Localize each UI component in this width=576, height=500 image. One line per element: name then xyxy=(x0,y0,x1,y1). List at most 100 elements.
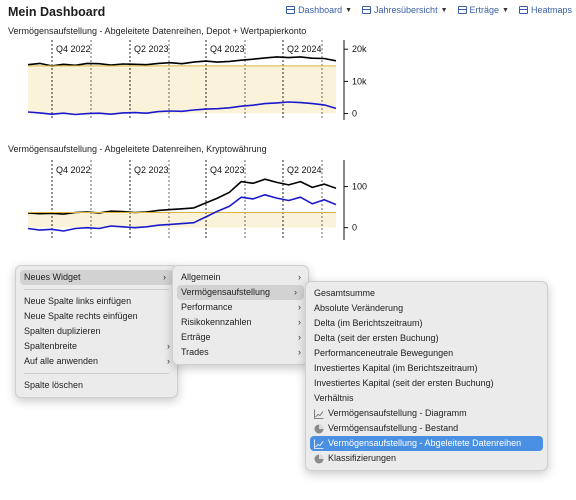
menu-item-label: Vermögensaufstellung - Abgeleitete Daten… xyxy=(328,438,522,448)
chevron-right-icon: › xyxy=(163,272,166,282)
pie-chart-icon xyxy=(314,424,324,433)
chart-crypto: Q4 2022 Q2 2023 Q4 2023 Q2 2024 100 0 xyxy=(27,160,367,240)
nav-ertraege[interactable]: Erträge ▼ xyxy=(457,5,509,15)
menu-item-label: Spalte löschen xyxy=(24,380,84,390)
income-icon xyxy=(457,6,467,14)
menu-item-insert-column-left[interactable]: Neue Spalte links einfügen xyxy=(16,294,177,309)
menu-item-ertraege[interactable]: Erträge › xyxy=(173,330,308,345)
period-label: Q4 2023 xyxy=(210,165,245,175)
calendar-icon xyxy=(362,6,372,14)
y-tick-label: 0 xyxy=(352,223,357,233)
menu-item-label: Vermögensaufstellung - Diagramm xyxy=(328,408,467,418)
menu-item-label: Delta (im Berichtszeitraum) xyxy=(314,318,423,328)
line-chart-icon xyxy=(314,409,324,419)
chevron-right-icon: › xyxy=(298,302,301,312)
area-band xyxy=(28,65,336,114)
menu-item-label: Auf alle anwenden xyxy=(24,356,99,366)
menu-item-label: Vermögensaufstellung xyxy=(181,287,271,297)
nav-dashboard[interactable]: Dashboard ▼ xyxy=(286,5,352,15)
chevron-right-icon: › xyxy=(167,341,170,351)
menu-item-label: Trades xyxy=(181,347,209,357)
y-tick-label: 100 xyxy=(352,182,367,192)
menu-item-delta-erste-buchung[interactable]: Delta (seit der ersten Buchung) xyxy=(306,331,547,346)
chart-crypto-title: Vermögensaufstellung - Abgeleitete Daten… xyxy=(8,144,267,154)
chevron-right-icon: › xyxy=(298,272,301,282)
menu-item-performanceneutrale-bewegungen[interactable]: Performanceneutrale Bewegungen xyxy=(306,346,547,361)
period-label: Q2 2024 xyxy=(287,44,322,54)
menu-item-label: Spaltenbreite xyxy=(24,341,78,351)
menu-item-allgemein[interactable]: Allgemein › xyxy=(173,270,308,285)
menu-item-label: Klassifizierungen xyxy=(328,453,397,463)
menu-item-investiertes-kapital-berichtszeitraum[interactable]: Investiertes Kapital (im Berichtszeitrau… xyxy=(306,361,547,376)
chevron-right-icon: › xyxy=(298,317,301,327)
menu-item-delta-berichtszeitraum[interactable]: Delta (im Berichtszeitraum) xyxy=(306,316,547,331)
menu-item-vermoegensaufstellung[interactable]: Vermögensaufstellung › xyxy=(177,285,304,300)
page-title: Mein Dashboard xyxy=(8,5,106,19)
menu-item-risikokennzahlen[interactable]: Risikokennzahlen › xyxy=(173,315,308,330)
chevron-down-icon: ▼ xyxy=(502,6,509,14)
chevron-down-icon: ▼ xyxy=(345,6,353,14)
pie-chart-icon xyxy=(314,454,324,463)
menu-item-label: Risikokennzahlen xyxy=(181,317,252,327)
menu-item-apply-to-all[interactable]: Auf alle anwenden › xyxy=(16,354,177,369)
menu-separator xyxy=(24,289,169,290)
menu-item-absolute-veraenderung[interactable]: Absolute Veränderung xyxy=(306,301,547,316)
nav-jahresuebersicht[interactable]: Jahresübersicht ▼ xyxy=(362,5,448,15)
menu-item-new-widget[interactable]: Neues Widget › xyxy=(20,270,173,285)
menu-item-vermoegensaufstellung-diagramm[interactable]: Vermögensaufstellung - Diagramm xyxy=(306,406,547,421)
menu-item-insert-column-right[interactable]: Neue Spalte rechts einfügen xyxy=(16,309,177,324)
menu-item-klassifizierungen[interactable]: Klassifizierungen xyxy=(306,451,547,466)
menu-item-label: Gesamtsumme xyxy=(314,288,376,298)
menu-item-label: Erträge xyxy=(181,332,211,342)
period-label: Q4 2022 xyxy=(56,165,91,175)
period-label: Q2 2023 xyxy=(134,44,169,54)
top-navigation: Dashboard ▼ Jahresübersicht ▼ Erträge ▼ … xyxy=(286,5,572,15)
menu-item-label: Investiertes Kapital (im Berichtszeitrau… xyxy=(314,363,478,373)
menu-item-label: Neue Spalte rechts einfügen xyxy=(24,311,138,321)
chevron-right-icon: › xyxy=(167,356,170,366)
chevron-right-icon: › xyxy=(298,347,301,357)
series-total-line xyxy=(27,56,337,67)
chevron-down-icon: ▼ xyxy=(440,6,448,14)
menu-item-delete-column[interactable]: Spalte löschen xyxy=(16,378,177,393)
nav-ertraege-label: Erträge xyxy=(469,5,500,15)
widget-category-menu: Allgemein › Vermögensaufstellung › Perfo… xyxy=(172,265,309,365)
menu-item-gesamtsumme[interactable]: Gesamtsumme xyxy=(306,286,547,301)
menu-separator xyxy=(24,373,169,374)
series-total-line xyxy=(27,178,337,215)
menu-item-vermoegensaufstellung-abgeleitete-datenreihen[interactable]: Vermögensaufstellung - Abgeleitete Daten… xyxy=(310,436,543,451)
menu-item-label: Absolute Veränderung xyxy=(314,303,404,313)
area-band xyxy=(28,212,336,228)
nav-heatmaps-label: Heatmaps xyxy=(530,5,572,15)
period-label: Q2 2023 xyxy=(134,165,169,175)
menu-item-label: Neues Widget xyxy=(24,272,81,282)
menu-item-label: Allgemein xyxy=(181,272,221,282)
menu-item-label: Investiertes Kapital (seit der ersten Bu… xyxy=(314,378,494,388)
asset-widget-menu: Gesamtsumme Absolute Veränderung Delta (… xyxy=(305,281,548,471)
menu-item-label: Performanceneutrale Bewegungen xyxy=(314,348,454,358)
menu-item-verhaeltnis[interactable]: Verhältnis xyxy=(306,391,547,406)
menu-item-label: Spalten duplizieren xyxy=(24,326,101,336)
menu-item-duplicate-columns[interactable]: Spalten duplizieren xyxy=(16,324,177,339)
nav-jahresuebersicht-label: Jahresübersicht xyxy=(374,5,438,15)
line-chart-icon xyxy=(314,439,324,449)
chevron-right-icon: › xyxy=(294,287,297,297)
menu-item-label: Vermögensaufstellung - Bestand xyxy=(328,423,459,433)
menu-item-investiertes-kapital-erste-buchung[interactable]: Investiertes Kapital (seit der ersten Bu… xyxy=(306,376,547,391)
menu-item-performance[interactable]: Performance › xyxy=(173,300,308,315)
period-label: Q2 2024 xyxy=(287,165,322,175)
menu-item-trades[interactable]: Trades › xyxy=(173,345,308,360)
nav-heatmaps[interactable]: Heatmaps xyxy=(518,5,572,15)
column-context-menu: Neues Widget › Neue Spalte links einfüge… xyxy=(15,265,178,398)
dashboard-icon xyxy=(286,6,296,14)
heatmap-icon xyxy=(518,6,528,14)
period-label: Q4 2022 xyxy=(56,44,91,54)
menu-item-label: Performance xyxy=(181,302,233,312)
menu-item-label: Delta (seit der ersten Buchung) xyxy=(314,333,439,343)
menu-item-label: Neue Spalte links einfügen xyxy=(24,296,132,306)
menu-item-label: Verhältnis xyxy=(314,393,354,403)
nav-dashboard-label: Dashboard xyxy=(298,5,343,15)
menu-item-vermoegensaufstellung-bestand[interactable]: Vermögensaufstellung - Bestand xyxy=(306,421,547,436)
menu-item-column-width[interactable]: Spaltenbreite › xyxy=(16,339,177,354)
y-tick-label: 0 xyxy=(352,109,357,119)
